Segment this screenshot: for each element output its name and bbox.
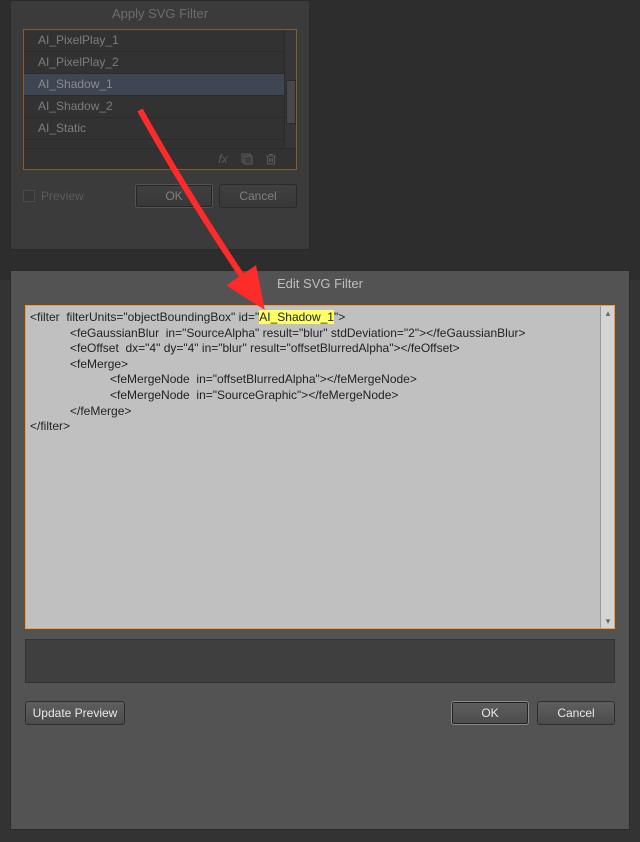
filter-list-panel: AI_PixelPlay_1 AI_PixelPlay_2 AI_Shadow_… (23, 29, 297, 170)
code-line: </feMerge> (30, 404, 131, 418)
preview-label: Preview (41, 189, 84, 203)
edit-dialog-title: Edit SVG Filter (11, 271, 629, 299)
cancel-button[interactable]: Cancel (219, 184, 297, 208)
scroll-down-icon[interactable]: ▾ (601, 614, 615, 628)
scroll-up-icon[interactable]: ▴ (601, 306, 615, 320)
ok-button[interactable]: OK (451, 701, 529, 725)
code-line: <feMergeNode in="SourceGraphic"></feMerg… (30, 388, 398, 402)
code-line: <feMerge> (30, 357, 128, 371)
code-editor-wrap: <filter filterUnits="objectBoundingBox" … (25, 305, 615, 629)
list-item-selected[interactable]: AI_Shadow_1 (24, 74, 296, 96)
update-preview-button[interactable]: Update Preview (25, 701, 125, 725)
code-line: </filter> (30, 419, 70, 433)
code-scrollbar-vertical[interactable]: ▴ ▾ (600, 306, 614, 628)
code-line: <feGaussianBlur in="SourceAlpha" result=… (30, 326, 526, 340)
scrollbar-vertical[interactable] (284, 30, 296, 148)
trash-icon[interactable] (264, 152, 278, 166)
scroll-thumb[interactable] (286, 80, 296, 124)
new-filter-icon[interactable] (240, 152, 254, 166)
ok-button[interactable]: OK (135, 184, 213, 208)
filter-list-toolbar: fx (24, 148, 296, 169)
code-editor[interactable]: <filter filterUnits="objectBoundingBox" … (26, 306, 614, 628)
code-line: <filter filterUnits="objectBoundingBox" … (30, 310, 259, 324)
code-highlight: AI_Shadow_1 (259, 310, 334, 324)
apply-svg-filter-dialog: Apply SVG Filter AI_PixelPlay_1 AI_Pixel… (10, 0, 310, 250)
code-line: "> (334, 310, 345, 324)
cancel-button[interactable]: Cancel (537, 701, 615, 725)
message-area (25, 639, 615, 683)
filter-list[interactable]: AI_PixelPlay_1 AI_PixelPlay_2 AI_Shadow_… (24, 30, 296, 148)
fx-icon[interactable]: fx (216, 152, 230, 166)
apply-dialog-title: Apply SVG Filter (11, 1, 309, 29)
code-line: <feOffset dx="4" dy="4" in="blur" result… (30, 341, 460, 355)
apply-dialog-buttons: Preview OK Cancel (11, 170, 309, 218)
list-item[interactable]: AI_Shadow_2 (24, 96, 296, 118)
edit-dialog-buttons: Update Preview OK Cancel (11, 683, 629, 735)
edit-svg-filter-dialog: Edit SVG Filter <filter filterUnits="obj… (10, 270, 630, 830)
code-line: <feMergeNode in="offsetBlurredAlpha"></f… (30, 372, 417, 386)
list-item[interactable]: AI_Static (24, 118, 296, 140)
list-item[interactable]: AI_PixelPlay_2 (24, 52, 296, 74)
preview-checkbox[interactable] (23, 190, 35, 202)
list-item[interactable]: AI_PixelPlay_1 (24, 30, 296, 52)
